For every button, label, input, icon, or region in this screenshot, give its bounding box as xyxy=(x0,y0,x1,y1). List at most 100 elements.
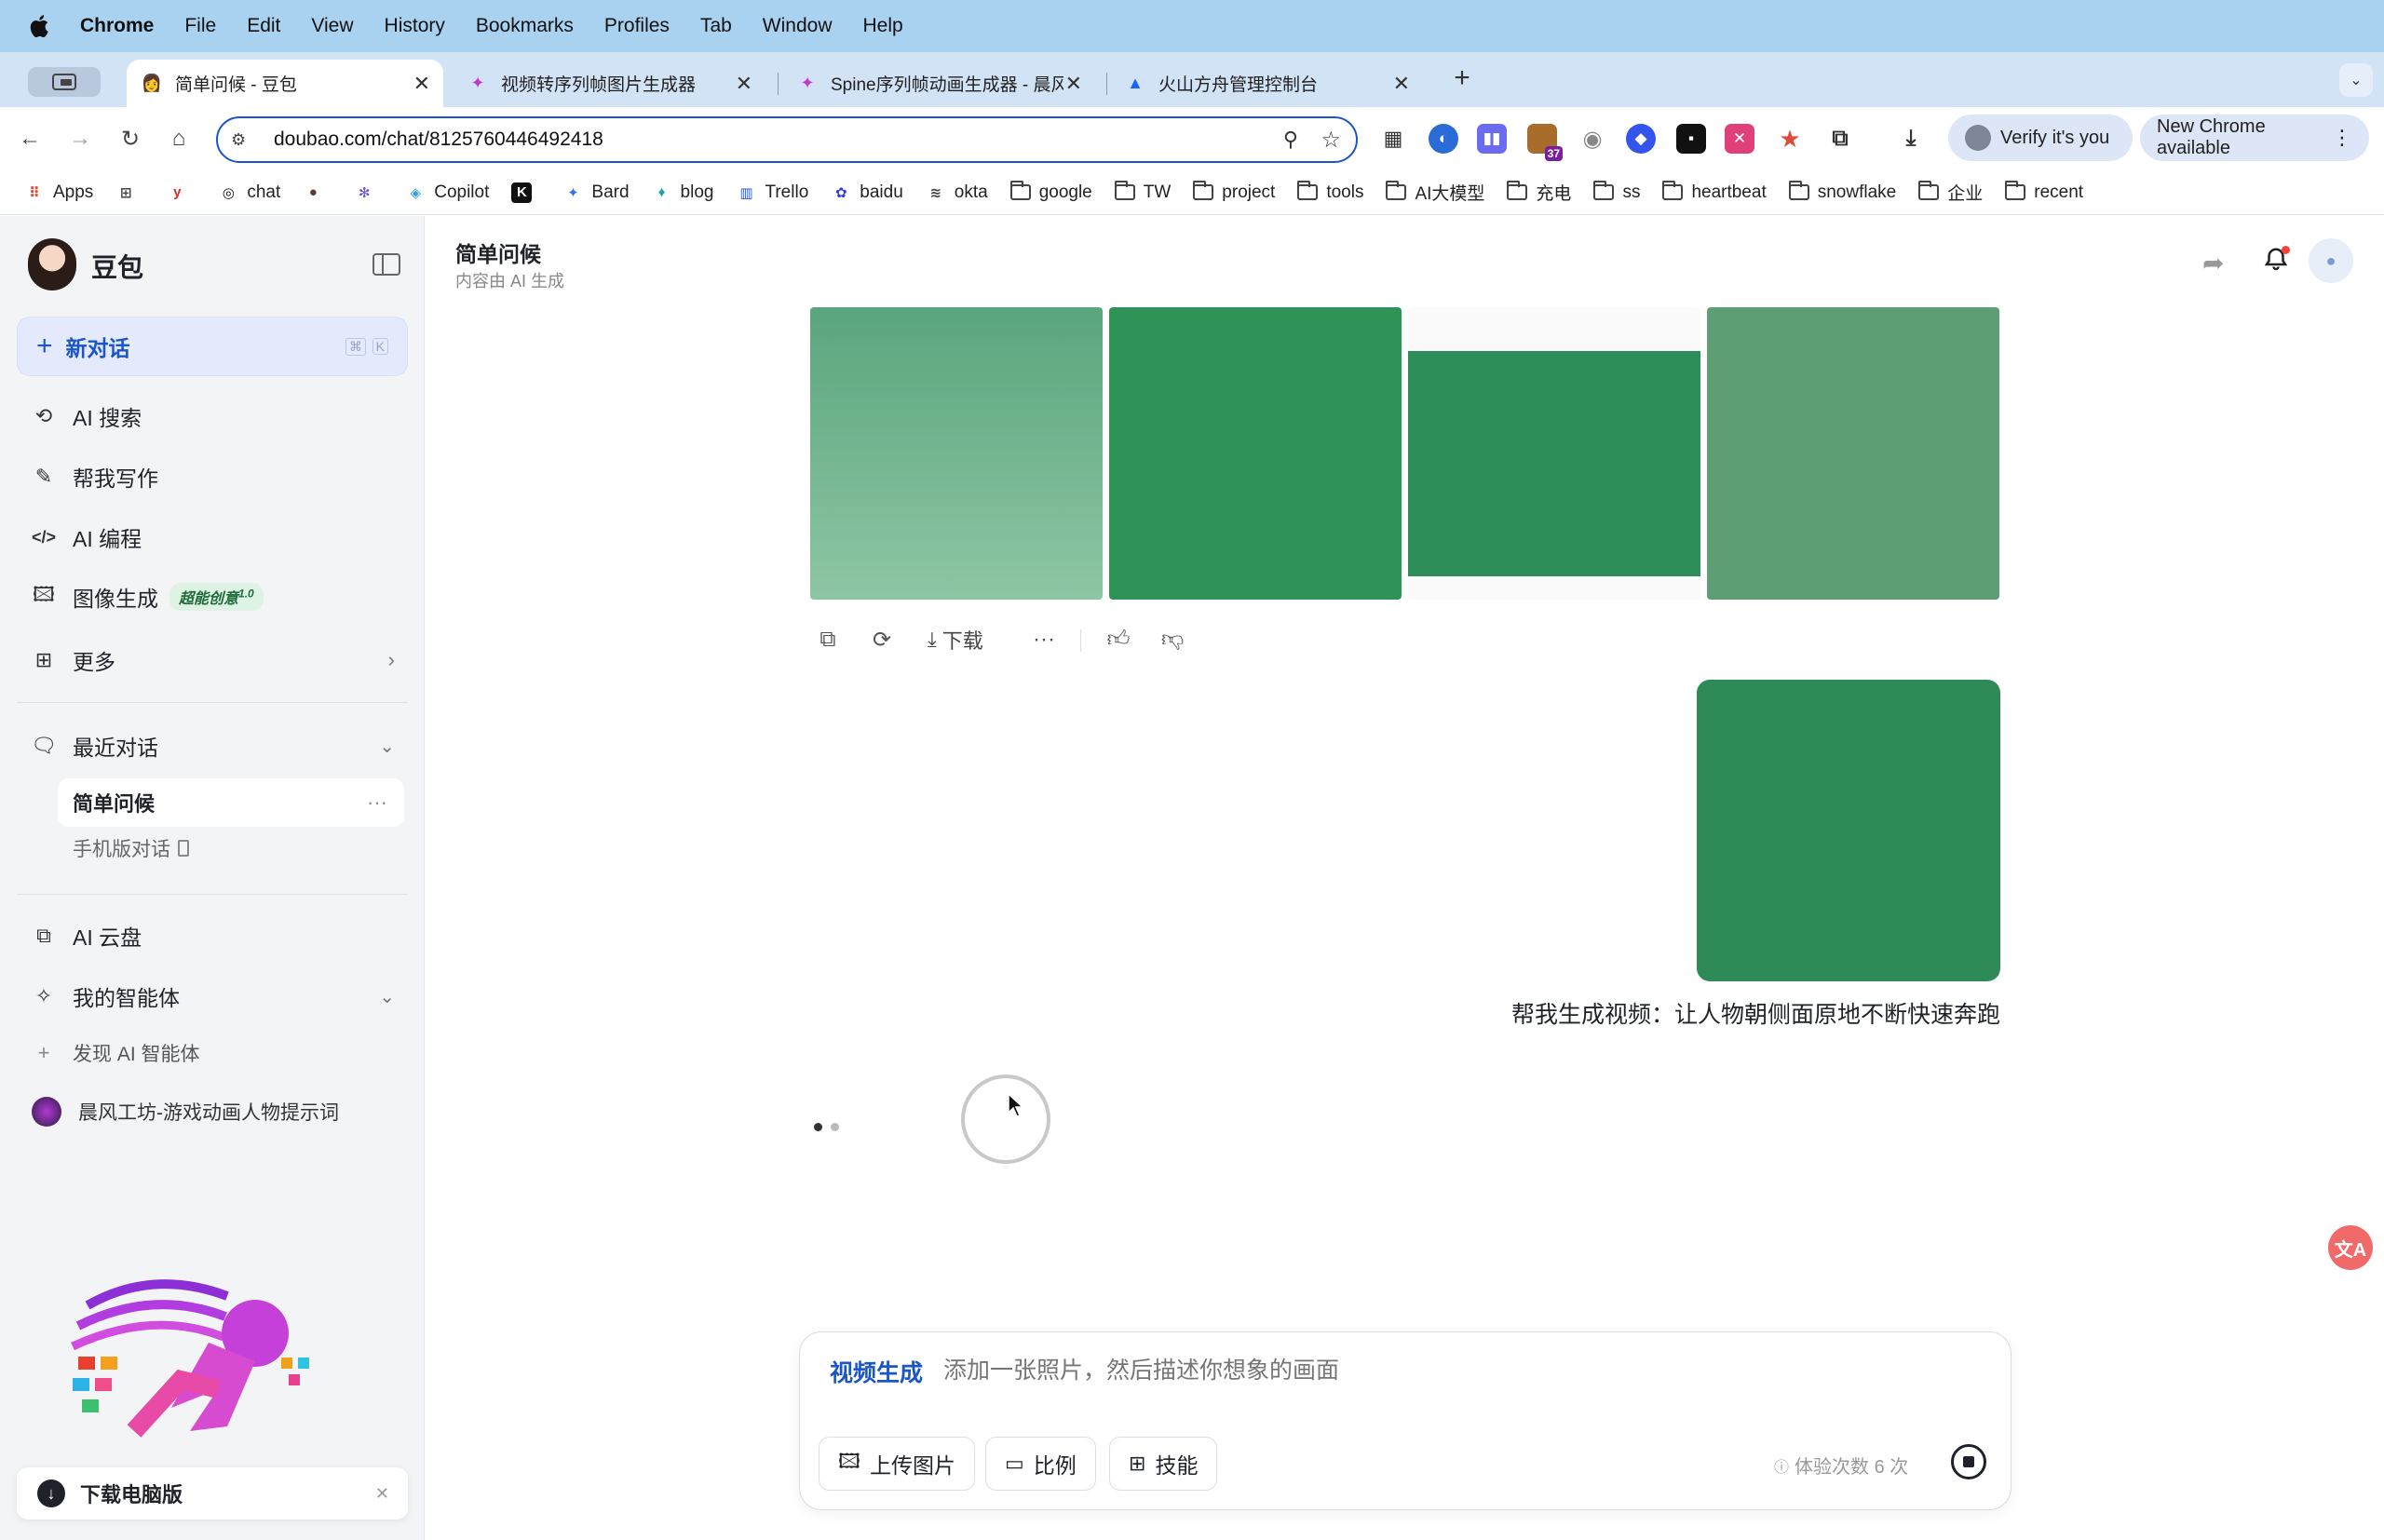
download-icon[interactable]: ⤓ xyxy=(1896,124,1926,154)
close-icon[interactable]: ✕ xyxy=(1065,72,1082,96)
bookmark-item[interactable]: ● xyxy=(303,182,332,203)
menu-app-name[interactable]: Chrome xyxy=(80,15,154,37)
tab-doubao[interactable]: 👩 简单问候 - 豆包 ✕ xyxy=(127,60,443,107)
nav-code[interactable]: </> AI 编程 xyxy=(32,521,142,553)
back-arrow-icon[interactable]: ← xyxy=(15,124,45,154)
bookmark-item[interactable]: ⠿ Apps xyxy=(24,182,93,203)
close-icon[interactable]: ✕ xyxy=(1393,72,1410,96)
close-icon[interactable]: ✕ xyxy=(375,1484,389,1504)
bookmark-item[interactable]: ◎ chat xyxy=(218,182,280,203)
skills-button[interactable]: ⊞ 技能 xyxy=(1109,1437,1218,1491)
home-icon[interactable]: ⌂ xyxy=(164,124,194,154)
close-icon[interactable]: ✕ xyxy=(736,72,752,96)
bookmark-item[interactable]: ✻ xyxy=(354,182,383,203)
menu-view[interactable]: View xyxy=(311,15,353,37)
bookmark-star-icon[interactable]: ☆ xyxy=(1321,127,1341,154)
extension-pink-icon[interactable]: ✕ xyxy=(1725,124,1754,154)
prompt-input[interactable] xyxy=(943,1349,1968,1392)
extension-diamond-icon[interactable]: ◆ xyxy=(1626,124,1656,154)
bookmark-item[interactable]: project xyxy=(1193,181,1275,203)
aspect-ratio-button[interactable]: ▭ 比例 xyxy=(985,1437,1096,1491)
thumbs-down-icon[interactable]: 👎︎ xyxy=(1157,624,1188,655)
bookmark-item[interactable]: ✿ baidu xyxy=(831,182,903,203)
extensions-puzzle-icon[interactable]: ⧉ xyxy=(1825,124,1855,154)
bookmark-item[interactable]: ⊞ xyxy=(115,182,144,203)
menu-edit[interactable]: Edit xyxy=(247,15,280,37)
generated-image-4[interactable] xyxy=(1707,307,1999,600)
url-text[interactable]: doubao.com/chat/8125760446492418 xyxy=(274,128,603,151)
bookmark-item[interactable]: google xyxy=(1009,181,1092,203)
bookmark-item[interactable]: TW xyxy=(1114,181,1171,203)
new-chat-button[interactable]: + 新对话 ⌘ K xyxy=(17,317,408,376)
tab-video-frames[interactable]: ✦ 视频转序列帧图片生成器 ✕ xyxy=(453,60,765,107)
bookmark-item[interactable]: 充电 xyxy=(1507,180,1571,205)
bookmark-item[interactable]: ≋ okta xyxy=(926,182,987,203)
bookmark-item[interactable]: snowflake xyxy=(1788,181,1896,203)
tab-volcano[interactable]: ▲ 火山方舟管理控制台 ✕ xyxy=(1110,60,1423,107)
extension-blue-circle-icon[interactable]: ◐ xyxy=(1429,124,1458,154)
address-bar[interactable]: ⚙ doubao.com/chat/8125760446492418 ⚲ ☆ xyxy=(216,116,1358,163)
generated-image-1[interactable] xyxy=(810,307,1103,600)
user-avatar[interactable]: ● xyxy=(2309,238,2353,283)
bookmark-item[interactable]: ✦ Bard xyxy=(562,182,629,203)
apple-icon[interactable] xyxy=(26,12,54,40)
user-uploaded-image[interactable] xyxy=(1697,680,2000,981)
recent-chats-header[interactable]: 🗨 最近对话 ⌄ xyxy=(31,730,395,762)
menu-bookmarks[interactable]: Bookmarks xyxy=(476,15,574,37)
bookmark-item[interactable]: 企业 xyxy=(1918,180,1983,205)
camera-extension-icon[interactable]: ◉ xyxy=(1578,124,1607,154)
menu-help[interactable]: Help xyxy=(863,15,903,37)
share-icon[interactable]: ➦ xyxy=(2202,248,2224,278)
site-settings-icon[interactable]: ⚙ xyxy=(231,130,259,150)
verify-profile-button[interactable]: Verify it's you xyxy=(1948,115,2133,161)
bookmark-item[interactable]: ♦ blog xyxy=(652,182,714,203)
menu-tab[interactable]: Tab xyxy=(700,15,732,37)
more-dots-icon[interactable]: ··· xyxy=(367,790,387,815)
kebab-menu-icon[interactable]: ⋮ xyxy=(2332,126,2352,150)
bookmark-item[interactable]: ◈ Copilot xyxy=(405,182,489,203)
menu-history[interactable]: History xyxy=(385,15,445,37)
generated-image-3[interactable] xyxy=(1408,307,1700,600)
nav-ai-search[interactable]: ⟲ AI 搜索 xyxy=(32,400,142,432)
message-composer[interactable]: 视频生成 🖾 上传图片 ▭ 比例 ⊞ 技能 ⓘ 体验次数 6 次 xyxy=(799,1331,2012,1510)
bookmark-item[interactable]: recent xyxy=(2005,181,2083,203)
update-chrome-button[interactable]: New Chrome available ⋮ xyxy=(2140,115,2369,161)
menu-file[interactable]: File xyxy=(184,15,216,37)
tab-spine[interactable]: ✦ Spine序列帧动画生成器 - 晨风工 ✕ xyxy=(782,60,1095,107)
upload-image-button[interactable]: 🖾 上传图片 xyxy=(819,1437,975,1491)
extension-star-icon[interactable]: ★ xyxy=(1775,124,1805,154)
extension-dark-icon[interactable]: ▪ xyxy=(1676,124,1706,154)
bookmark-item[interactable]: K xyxy=(511,182,540,203)
recent-chat-item[interactable]: 简单问候 ··· xyxy=(58,778,404,827)
extension-books-icon[interactable]: ▮▮ xyxy=(1477,124,1507,154)
regenerate-icon[interactable]: ⟳ xyxy=(866,624,898,655)
download-button[interactable]: ⤓ 下载 xyxy=(928,624,983,655)
translate-float-button[interactable]: 文A xyxy=(2328,1225,2373,1270)
bookmark-item[interactable]: ▥ Trello xyxy=(736,182,808,203)
reload-icon[interactable]: ↻ xyxy=(115,124,145,154)
zoom-icon[interactable]: ⚲ xyxy=(1283,128,1298,152)
close-icon[interactable]: ✕ xyxy=(413,72,430,96)
tab-search-button[interactable] xyxy=(28,67,101,97)
nav-image-gen[interactable]: 🖾 图像生成 超能创意1.0 xyxy=(32,581,264,613)
nav-write[interactable]: ✎ 帮我写作 xyxy=(32,461,158,493)
mode-label[interactable]: 视频生成 xyxy=(830,1355,923,1388)
discover-agents[interactable]: + 发现 AI 智能体 xyxy=(32,1039,200,1067)
bookmark-item[interactable]: tools xyxy=(1297,181,1363,203)
collapse-sidebar-icon[interactable] xyxy=(372,253,400,276)
my-agents-header[interactable]: ✧ 我的智能体 ⌄ xyxy=(32,980,395,1012)
forward-arrow-icon[interactable]: → xyxy=(65,124,95,154)
nav-cloud-drive[interactable]: ⧉ AI 云盘 xyxy=(32,920,142,952)
bookmark-item[interactable]: heartbeat xyxy=(1662,181,1767,203)
nav-more[interactable]: ⊞ 更多 › xyxy=(32,644,395,676)
thumbs-up-icon[interactable]: 👍︎ xyxy=(1103,624,1134,655)
qr-extension-icon[interactable]: ▦ xyxy=(1378,124,1408,154)
bookmark-item[interactable]: y xyxy=(167,182,196,203)
bookmark-item[interactable]: ss xyxy=(1593,181,1640,203)
agent-item[interactable]: 晨风工坊-游戏动画人物提示词 xyxy=(32,1097,339,1127)
download-desktop-banner[interactable]: ↓ 下载电脑版 ✕ xyxy=(17,1467,408,1520)
recent-chat-item[interactable]: 手机版对话 xyxy=(73,834,189,862)
brand-name[interactable]: 豆包 xyxy=(91,248,143,285)
stop-generation-button[interactable] xyxy=(1951,1444,1986,1479)
extension-folder-icon[interactable]: 37 xyxy=(1527,124,1563,161)
